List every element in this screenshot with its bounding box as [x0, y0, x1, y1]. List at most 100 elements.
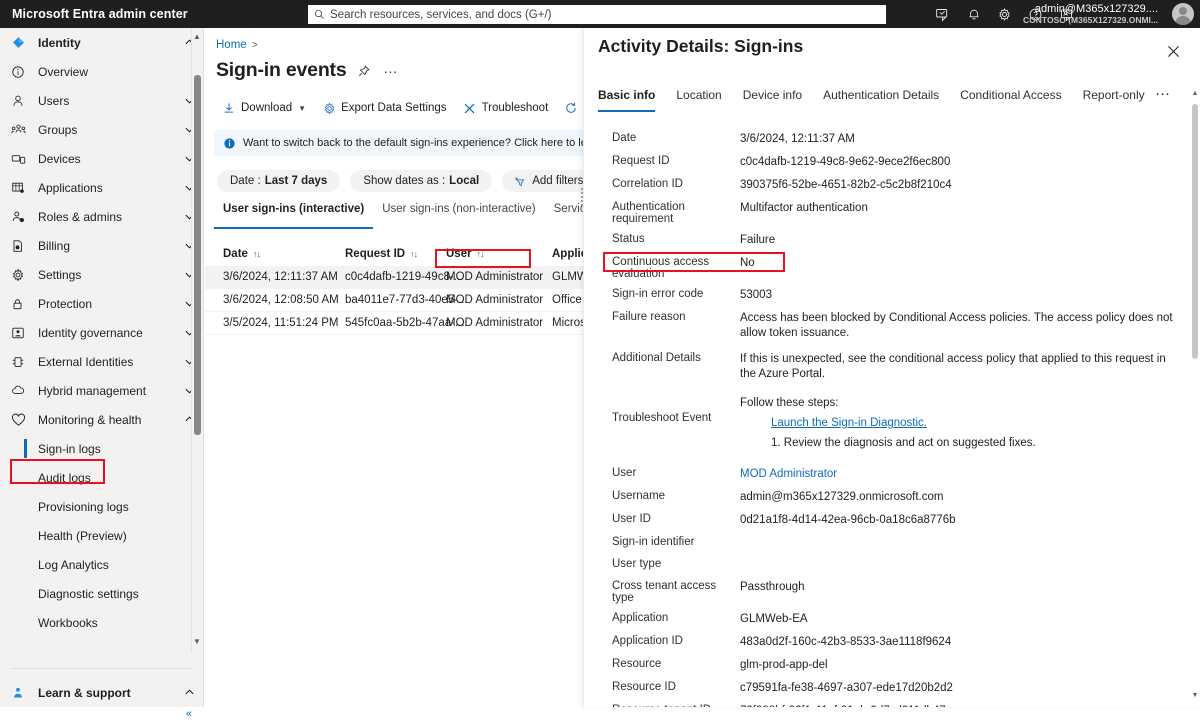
- sort-arrows-icon[interactable]: ↑↓: [477, 249, 484, 259]
- sidebar-item-users[interactable]: Users: [0, 86, 204, 115]
- troubleshoot-content: Follow these steps: Launch the Sign-in D…: [740, 393, 1200, 453]
- detail-row-status: Status Failure: [584, 233, 1200, 248]
- show-dates-as-filter-pill[interactable]: Show dates as : Local: [350, 170, 492, 192]
- sidebar-item-label: Hybrid management: [38, 384, 182, 398]
- detail-row-user-type: User type: [584, 558, 1200, 572]
- sidebar-item-provisioning-logs[interactable]: Provisioning logs: [0, 492, 204, 521]
- scroll-down-arrow-icon[interactable]: ▼: [1191, 690, 1199, 700]
- sidebar-item-diagnostic-settings[interactable]: Diagnostic settings: [0, 579, 204, 608]
- tab-authentication-details[interactable]: Authentication Details: [823, 88, 948, 110]
- tab-label: Authentication Details: [823, 88, 939, 102]
- sidebar-item-roles-admins[interactable]: Roles & admins: [0, 202, 204, 231]
- refresh-button[interactable]: Refresh: [556, 96, 583, 120]
- tab-location[interactable]: Location: [676, 88, 730, 110]
- sidebar-item-overview[interactable]: Overview: [0, 57, 204, 86]
- sidebar-item-workbooks[interactable]: Workbooks: [0, 608, 204, 637]
- sidebar-item-learn-support[interactable]: Learn & support: [0, 678, 204, 707]
- preview-info-banner[interactable]: Want to switch back to the default sign-…: [214, 130, 583, 156]
- sidebar-learn-support-section: Learn & support: [0, 678, 204, 707]
- sidebar-item-hybrid-management[interactable]: Hybrid management: [0, 376, 204, 405]
- sidebar-item-label: Devices: [38, 152, 182, 166]
- tab-user-signins-interactive[interactable]: User sign-ins (interactive): [214, 203, 373, 226]
- global-search-input[interactable]: Search resources, services, and docs (G+…: [308, 5, 886, 24]
- close-icon[interactable]: [1164, 42, 1182, 60]
- export-data-settings-button[interactable]: Export Data Settings: [314, 96, 454, 120]
- panel-scrollbar[interactable]: ▲ ▼: [1190, 84, 1200, 707]
- sidebar-item-monitoring-health[interactable]: Monitoring & health: [0, 405, 204, 434]
- sidebar-item-devices[interactable]: Devices: [0, 144, 204, 173]
- column-header-label: Applica: [552, 248, 583, 260]
- detail-key: Troubleshoot Event: [612, 393, 740, 453]
- tab-conditional-access[interactable]: Conditional Access: [960, 88, 1070, 110]
- column-header-user[interactable]: User↑↓: [446, 248, 552, 260]
- column-header-date[interactable]: Date↑↓: [223, 248, 345, 260]
- table-row[interactable]: 3/6/2024, 12:11:37 AM c0c4dafb-1219-49c8…: [205, 266, 583, 289]
- sidebar-item-health-preview[interactable]: Health (Preview): [0, 521, 204, 550]
- sidebar-item-applications[interactable]: Applications: [0, 173, 204, 202]
- scroll-down-arrow-icon[interactable]: ▼: [192, 636, 202, 646]
- cell-request-id: c0c4dafb-1219-49c8-...: [345, 271, 446, 283]
- table-row[interactable]: 3/6/2024, 12:08:50 AM ba4011e7-77d3-40e5…: [205, 289, 583, 312]
- chevron-down-icon[interactable]: ▼: [298, 104, 306, 113]
- panel-more-tabs-icon[interactable]: ···: [1155, 90, 1170, 98]
- tab-label: Report-only: [1083, 88, 1145, 102]
- applications-grid-icon: [11, 181, 28, 195]
- scroll-up-arrow-icon[interactable]: ▲: [192, 31, 202, 41]
- sidebar-scrollbar-thumb[interactable]: [194, 75, 201, 435]
- scroll-up-arrow-icon[interactable]: ▲: [1191, 88, 1199, 98]
- tab-report-only[interactable]: Report-only: [1083, 88, 1154, 110]
- breadcrumb-home-link[interactable]: Home: [216, 39, 247, 51]
- table-header-row: Date↑↓ Request ID↑↓ User↑↓ Applica: [205, 242, 583, 266]
- detail-value-user-link[interactable]: MOD Administrator: [740, 467, 1200, 482]
- sidebar-item-external-identities[interactable]: External Identities: [0, 347, 204, 376]
- column-header-request-id[interactable]: Request ID↑↓: [345, 248, 446, 260]
- account-info[interactable]: admin@M365x127329.... CONTOSO (M365X1273…: [1023, 0, 1164, 28]
- detail-row-resource-id: Resource ID c79591fa-fe38-4697-a307-ede1…: [584, 681, 1200, 696]
- panel-scrollbar-thumb[interactable]: [1192, 104, 1198, 359]
- detail-value: [740, 536, 1200, 550]
- detail-value: No: [740, 256, 1200, 280]
- sidebar-item-audit-logs[interactable]: Audit logs: [0, 463, 204, 492]
- table-row[interactable]: 3/5/2024, 11:51:24 PM 545fc0aa-5b2b-47aa…: [205, 312, 583, 335]
- cell-date: 3/6/2024, 12:11:37 AM: [223, 271, 345, 283]
- sidebar-collapse-button[interactable]: «: [0, 708, 204, 720]
- chevron-up-icon[interactable]: [182, 687, 196, 698]
- sidebar-subitem-label: Sign-in logs: [38, 442, 101, 456]
- detail-key: Username: [612, 490, 740, 505]
- roles-person-gear-icon: [11, 210, 28, 224]
- tab-service-principal[interactable]: Service principa: [545, 203, 583, 226]
- detail-row-authentication-requirement: Authentication requirement Multifactor a…: [584, 201, 1200, 225]
- settings-gear-icon[interactable]: [989, 0, 1020, 28]
- cell-application: Office 3: [552, 294, 583, 306]
- feedback-icon[interactable]: [927, 0, 958, 28]
- search-icon: [314, 9, 325, 20]
- page-more-options-icon[interactable]: ···: [382, 63, 398, 79]
- tab-user-signins-non-interactive[interactable]: User sign-ins (non-interactive): [373, 203, 544, 226]
- tab-label: Basic info: [598, 88, 655, 102]
- sidebar-item-groups[interactable]: Groups: [0, 115, 204, 144]
- tab-device-info[interactable]: Device info: [743, 88, 811, 110]
- sidebar-item-log-analytics[interactable]: Log Analytics: [0, 550, 204, 579]
- detail-key: User type: [612, 558, 740, 572]
- sidebar-item-settings[interactable]: Settings: [0, 260, 204, 289]
- add-filters-button[interactable]: Add filters: [502, 170, 583, 192]
- avatar[interactable]: [1172, 3, 1194, 25]
- column-header-application[interactable]: Applica: [552, 248, 583, 260]
- troubleshoot-button[interactable]: Troubleshoot: [455, 96, 557, 120]
- sort-arrows-icon[interactable]: ↑↓: [410, 249, 417, 259]
- tab-basic-info[interactable]: Basic info: [598, 88, 664, 110]
- sidebar-scrollbar[interactable]: ▲ ▼: [191, 28, 203, 653]
- sidebar-item-identity[interactable]: Identity: [0, 28, 204, 57]
- detail-key: Failure reason: [612, 311, 740, 341]
- sidebar-item-sign-in-logs[interactable]: Sign-in logs: [0, 434, 204, 463]
- sort-arrows-icon[interactable]: ↑↓: [253, 249, 260, 259]
- download-button[interactable]: Download ▼: [214, 96, 314, 120]
- launch-signin-diagnostic-link[interactable]: Launch the Sign-in Diagnostic.: [771, 413, 927, 433]
- date-filter-pill[interactable]: Date : Last 7 days: [217, 170, 340, 192]
- sidebar-item-identity-governance[interactable]: Identity governance: [0, 318, 204, 347]
- download-icon: [222, 101, 236, 115]
- sidebar-item-protection[interactable]: Protection: [0, 289, 204, 318]
- notifications-icon[interactable]: [958, 0, 989, 28]
- pin-icon[interactable]: [356, 63, 372, 79]
- sidebar-item-billing[interactable]: Billing: [0, 231, 204, 260]
